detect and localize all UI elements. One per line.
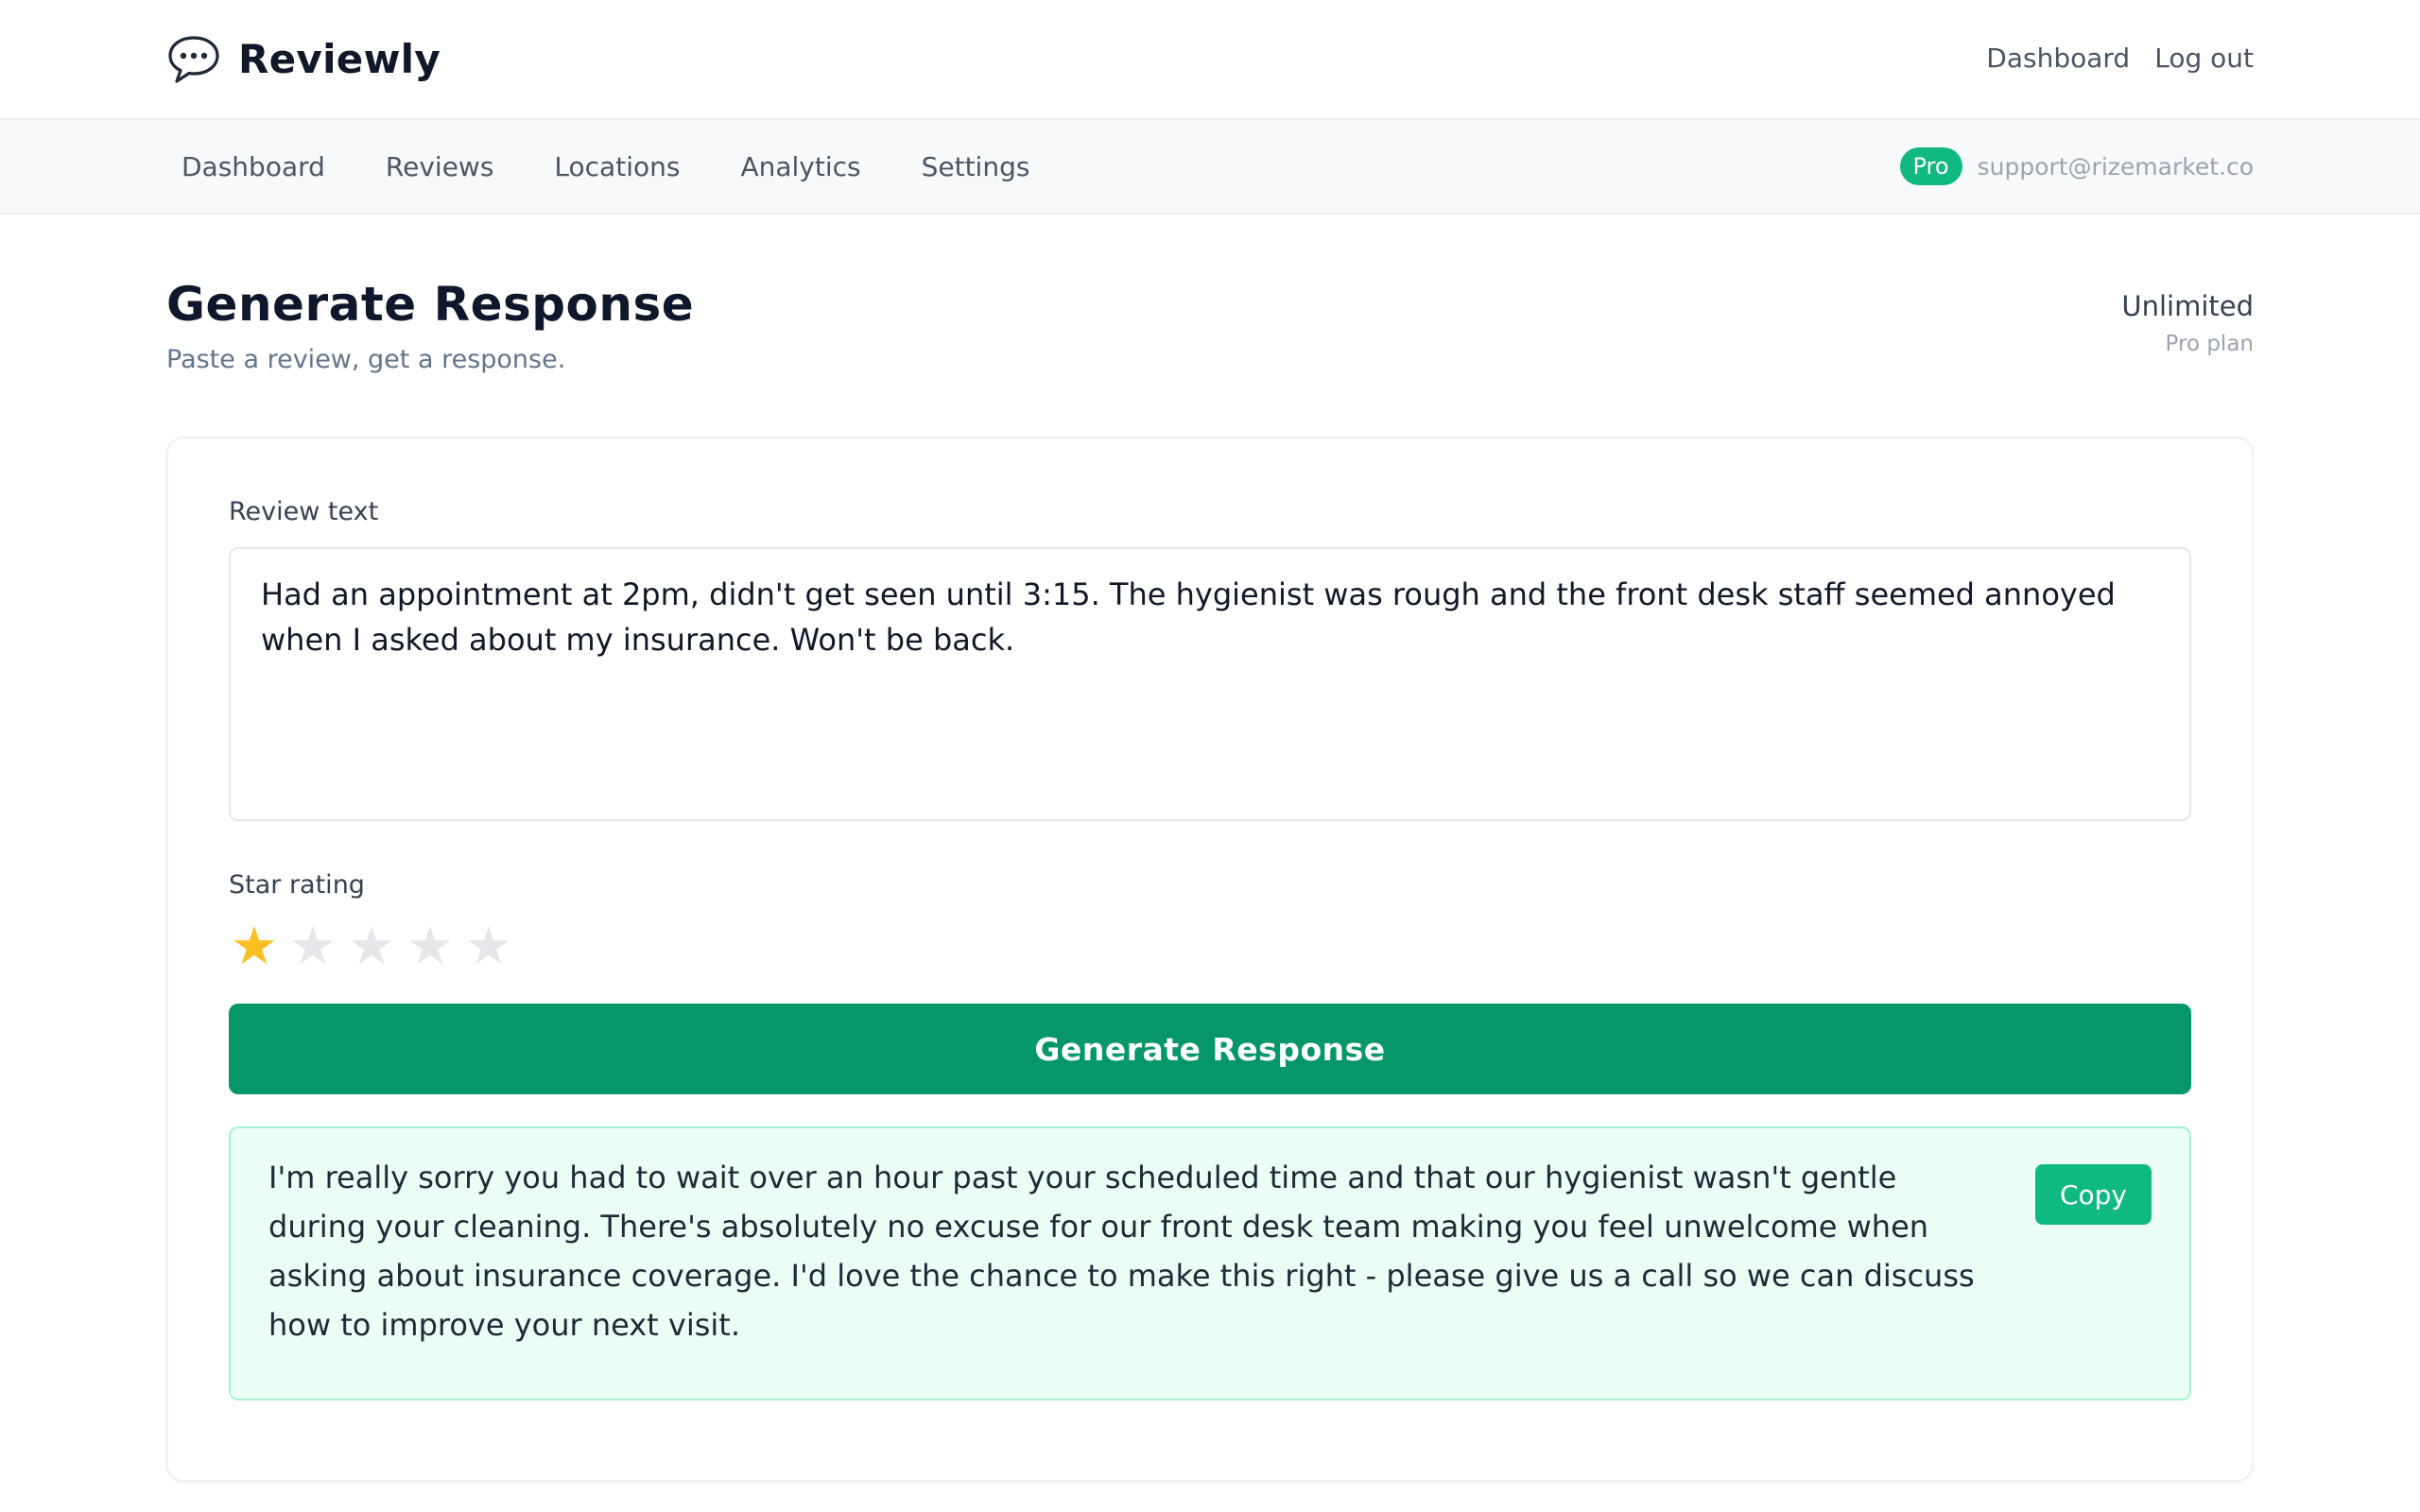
nav-item-reviews[interactable]: Reviews	[386, 151, 494, 182]
plan-badge: Pro	[1899, 147, 1962, 185]
header-link-logout[interactable]: Log out	[2154, 43, 2254, 74]
main-content: Generate Response Paste a review, get a …	[0, 215, 2420, 1482]
generate-response-button[interactable]: Generate Response	[229, 1004, 2191, 1094]
generated-response-text: I'm really sorry you had to wait over an…	[268, 1160, 1975, 1343]
plan-usage-value: Unlimited	[2121, 290, 2254, 322]
star-icon-1[interactable]: ★	[229, 917, 280, 977]
plan-usage: Unlimited Pro plan	[2121, 277, 2254, 356]
nav-item-settings[interactable]: Settings	[922, 151, 1030, 182]
nav-item-dashboard[interactable]: Dashboard	[182, 151, 325, 182]
header-link-dashboard[interactable]: Dashboard	[1986, 43, 2130, 74]
generated-response: I'm really sorry you had to wait over an…	[229, 1126, 2191, 1400]
star-rating: ★ ★ ★ ★ ★	[229, 917, 2191, 977]
star-icon-2[interactable]: ★	[287, 917, 338, 977]
nav-items: Dashboard Reviews Locations Analytics Se…	[182, 151, 1029, 182]
plan-usage-label: Pro plan	[2165, 332, 2254, 356]
star-icon-4[interactable]: ★	[405, 917, 456, 977]
top-header: Reviewly Dashboard Log out	[0, 0, 2420, 120]
page-subtitle: Paste a review, get a response.	[166, 345, 566, 374]
review-text-input[interactable]: Had an appointment at 2pm, didn't get se…	[229, 547, 2191, 821]
brand-name: Reviewly	[238, 36, 441, 82]
brand[interactable]: Reviewly	[166, 33, 441, 86]
response-generator-card: Review text Had an appointment at 2pm, d…	[166, 437, 2254, 1482]
main-nav: Dashboard Reviews Locations Analytics Se…	[0, 120, 2420, 215]
page-header: Generate Response Paste a review, get a …	[166, 215, 2254, 374]
nav-item-analytics[interactable]: Analytics	[740, 151, 860, 182]
speech-bubble-icon	[168, 35, 219, 83]
review-text-label: Review text	[229, 497, 379, 526]
nav-item-locations[interactable]: Locations	[554, 151, 680, 182]
star-rating-label: Star rating	[229, 870, 365, 900]
account-info: Pro support@rizemarket.co	[1899, 147, 2254, 185]
star-icon-3[interactable]: ★	[346, 917, 397, 977]
header-links: Dashboard Log out	[1986, 43, 2254, 74]
user-email: support@rizemarket.co	[1977, 152, 2254, 180]
star-icon-5[interactable]: ★	[463, 917, 514, 977]
copy-button[interactable]: Copy	[2034, 1164, 2152, 1225]
page-title: Generate Response	[166, 277, 695, 332]
